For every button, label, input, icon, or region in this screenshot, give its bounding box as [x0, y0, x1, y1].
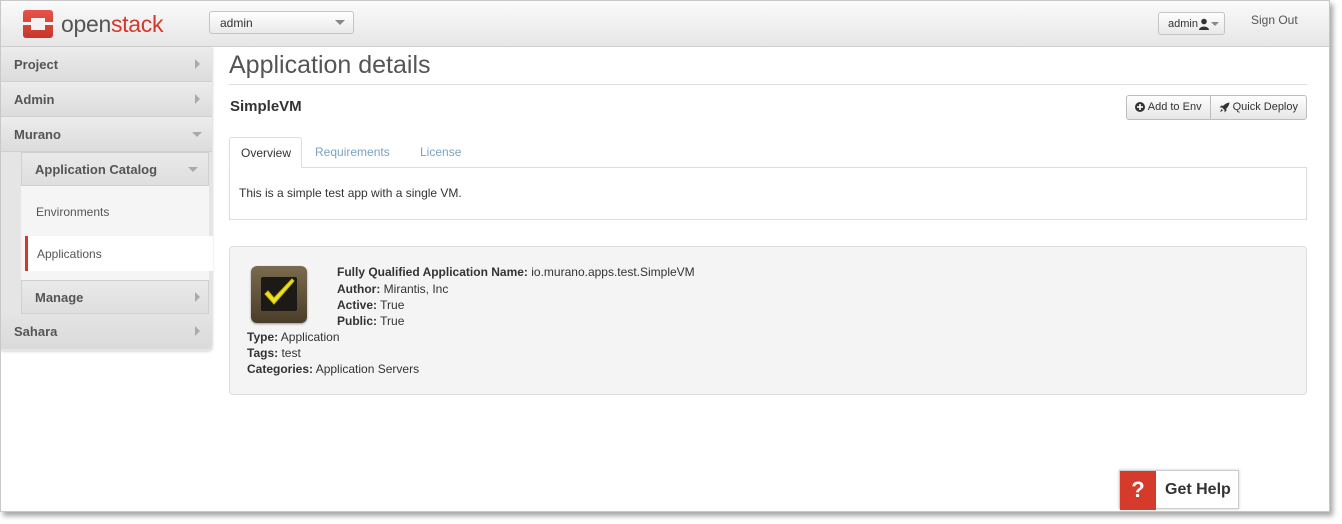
get-help-label: Get Help	[1165, 481, 1231, 498]
chevron-down-icon	[188, 167, 198, 172]
info-active: Active: True	[337, 298, 404, 312]
question-icon: ?	[1120, 471, 1156, 510]
sidebar-item-label: Admin	[14, 92, 55, 107]
add-to-env-label: Add to Env	[1147, 101, 1202, 113]
info-active-value: True	[377, 298, 405, 312]
top-navbar: openstack admin admin Sign Out	[1, 1, 1329, 47]
logo-text-stack: stack	[110, 10, 164, 37]
logo-text: openstack	[61, 11, 163, 38]
main-content: Application details SimpleVM Add to Env	[229, 47, 1307, 395]
info-type-label: Type:	[247, 330, 279, 344]
action-button-group: Add to Env Quick Deploy	[1125, 95, 1307, 120]
app-description: This is a simple test app with a single …	[239, 186, 462, 200]
quick-deploy-button[interactable]: Quick Deploy	[1210, 95, 1307, 120]
sidebar-item-label: Project	[14, 57, 59, 72]
info-type: Type: Application	[247, 330, 340, 344]
openstack-logo-icon	[23, 10, 53, 38]
sidebar-group-label: Manage	[35, 290, 84, 305]
get-help-button[interactable]: ? Get Help	[1119, 470, 1239, 510]
logo-text-open: open	[61, 10, 111, 37]
sidebar-item-admin[interactable]: Admin	[1, 82, 212, 117]
tab-license[interactable]: License	[420, 137, 461, 168]
user-menu-label: admin	[1168, 18, 1198, 30]
sign-out-link[interactable]: Sign Out	[1251, 13, 1298, 27]
sidebar-link-applications[interactable]: Applications	[25, 236, 213, 271]
chevron-right-icon	[195, 59, 200, 69]
tab-overview[interactable]: Overview	[229, 137, 302, 168]
info-fqn-label: Fully Qualified Application Name:	[337, 265, 528, 279]
quick-deploy-label: Quick Deploy	[1232, 101, 1298, 113]
sidebar-item-sahara[interactable]: Sahara	[1, 314, 212, 349]
sidebar-link-environments[interactable]: Environments	[36, 205, 109, 219]
chevron-down-icon	[335, 20, 345, 25]
info-categories: Categories: Application Servers	[247, 362, 419, 376]
sidebar-item-murano[interactable]: Murano	[1, 117, 212, 152]
overview-tab-content: This is a simple test app with a single …	[229, 167, 1307, 220]
sidebar: Project Admin Murano Application Catalog…	[1, 47, 213, 351]
openstack-logo[interactable]: openstack	[23, 10, 163, 38]
user-icon	[1199, 18, 1209, 30]
project-select[interactable]: admin	[209, 11, 354, 34]
app-window: openstack admin admin Sign Out Project A…	[0, 0, 1330, 512]
info-public-value: True	[377, 314, 405, 328]
sidebar-group-manage[interactable]: Manage	[21, 280, 209, 314]
chevron-right-icon	[195, 292, 200, 302]
info-fqn-value: io.murano.apps.test.SimpleVM	[527, 265, 695, 279]
sidebar-item-label: Murano	[14, 127, 61, 142]
chevron-down-icon	[1211, 22, 1219, 26]
info-categories-value: Application Servers	[313, 362, 420, 376]
project-select-value: admin	[220, 16, 253, 30]
info-tags-label: Tags:	[247, 346, 279, 360]
info-categories-label: Categories:	[247, 362, 314, 376]
page-title: Application details	[229, 47, 1307, 85]
sidebar-group-label: Application Catalog	[35, 162, 158, 177]
sidebar-item-project[interactable]: Project	[1, 47, 212, 82]
info-fqn: Fully Qualified Application Name: io.mur…	[337, 265, 695, 279]
info-author-value: Mirantis, Inc	[380, 282, 449, 296]
info-tags: Tags: test	[247, 346, 301, 360]
chevron-right-icon	[195, 94, 200, 104]
app-info-panel: Fully Qualified Application Name: io.mur…	[229, 246, 1307, 395]
chevron-right-icon	[195, 326, 200, 336]
info-public-label: Public:	[337, 314, 378, 328]
rocket-icon	[1219, 102, 1230, 113]
add-to-env-button[interactable]: Add to Env	[1125, 95, 1211, 120]
app-name: SimpleVM	[230, 98, 302, 115]
tab-requirements[interactable]: Requirements	[315, 137, 390, 168]
user-menu-button[interactable]: admin	[1158, 12, 1225, 35]
info-author-label: Author:	[337, 282, 381, 296]
plus-circle-icon	[1134, 102, 1145, 112]
info-type-value: Application	[278, 330, 340, 344]
checkmark-icon	[264, 278, 295, 305]
sidebar-item-label: Sahara	[14, 324, 58, 339]
chevron-down-icon	[192, 132, 202, 137]
info-tags-value: test	[278, 346, 301, 360]
info-public: Public: True	[337, 314, 404, 328]
info-author: Author: Mirantis, Inc	[337, 282, 448, 296]
sidebar-link-label: Applications	[37, 247, 102, 261]
tab-bar: Overview Requirements License	[229, 137, 1307, 168]
info-active-label: Active:	[337, 298, 378, 312]
sidebar-group-application-catalog[interactable]: Application Catalog	[21, 152, 209, 186]
app-logo	[251, 266, 307, 323]
